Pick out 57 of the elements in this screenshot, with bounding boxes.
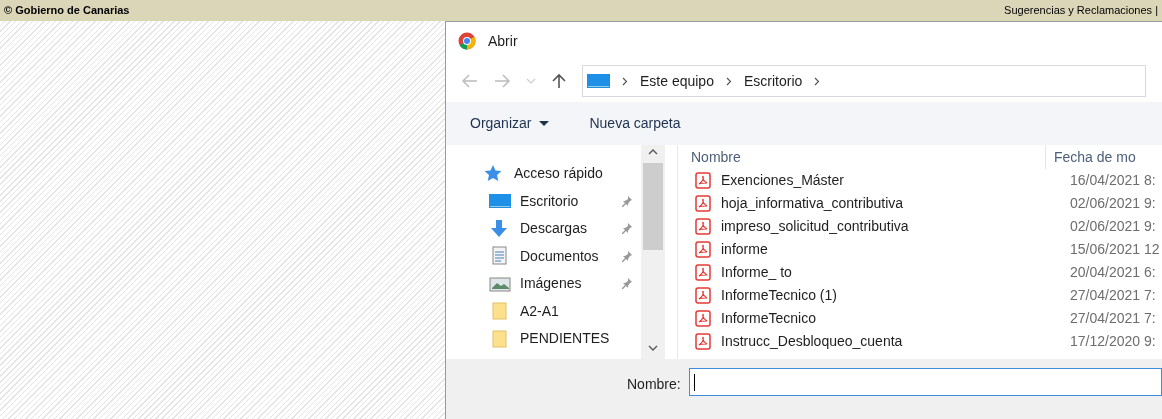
filename-label: Nombre: <box>627 375 681 394</box>
file-name[interactable]: Informe_ to <box>721 262 1062 283</box>
copyright-text: © Gobierno de Canarias <box>4 3 130 19</box>
file-date: 27/04/2021 7: <box>1069 286 1156 305</box>
file-date: 02/06/2021 9: <box>1069 194 1156 213</box>
pdf-file-icon <box>695 195 711 212</box>
pdf-file-icon <box>695 172 711 189</box>
file-date: 15/06/2021 12 <box>1069 240 1160 259</box>
pdf-file-icon <box>695 264 711 281</box>
new-folder-button[interactable]: Nueva carpeta <box>589 113 681 134</box>
nav-item[interactable]: Imágenes <box>520 273 620 295</box>
forward-arrow-icon[interactable] <box>494 74 510 88</box>
column-header[interactable]: Fecha de mo <box>1046 146 1136 168</box>
file-date: 17/12/2020 9: <box>1069 332 1156 351</box>
scroll-up-icon[interactable] <box>648 149 658 155</box>
nav-item[interactable]: Documentos <box>520 245 620 267</box>
column-header[interactable]: Nombre <box>691 146 1045 168</box>
file-date: 20/04/2021 6: <box>1069 263 1156 282</box>
file-name[interactable]: hoja_informativa_contributiva <box>721 193 1062 214</box>
breadcrumb-item[interactable]: Este equipo <box>640 70 714 92</box>
pdf-file-icon <box>695 310 711 327</box>
nav-item[interactable]: Escritorio <box>520 190 620 212</box>
breadcrumb-chevron-icon <box>622 76 628 86</box>
nav-item[interactable]: A2-A1 <box>520 300 633 322</box>
file-date: 02/06/2021 9: <box>1069 217 1156 236</box>
file-name[interactable]: informe <box>721 239 1062 260</box>
back-arrow-icon[interactable] <box>462 74 478 88</box>
file-date: 16/04/2021 8: <box>1069 171 1156 190</box>
file-date: 27/04/2021 7: <box>1069 309 1156 328</box>
up-arrow-icon[interactable] <box>552 73 566 89</box>
chevron-down-icon[interactable] <box>526 78 536 84</box>
monitor-icon <box>587 74 610 88</box>
pdf-file-icon <box>695 218 711 235</box>
scrollbar[interactable] <box>641 145 665 359</box>
filename-field[interactable] <box>688 368 1162 396</box>
caret-down-icon <box>539 121 550 126</box>
dialog-title: Abrir <box>488 31 518 51</box>
file-name[interactable]: Instrucc_Desbloqueo_cuenta <box>721 331 1062 352</box>
browser-icon <box>458 32 476 50</box>
nav-item[interactable]: Descargas <box>520 218 620 240</box>
breadcrumb-chevron-icon <box>725 76 732 86</box>
nav-item[interactable]: Acceso rápido <box>514 163 633 185</box>
pdf-file-icon <box>695 333 711 350</box>
nav-item[interactable]: PENDIENTES <box>520 328 633 350</box>
scrollbar-thumb[interactable] <box>643 163 663 250</box>
file-name[interactable]: InformeTecnico (1) <box>721 285 1062 306</box>
pdf-file-icon <box>695 287 711 304</box>
breadcrumb-chevron-icon <box>814 76 821 86</box>
file-name[interactable]: Exenciones_Máster <box>721 170 1062 191</box>
organize-menu-button[interactable]: Organizar <box>470 113 550 134</box>
breadcrumb-item[interactable]: Escritorio <box>743 70 803 92</box>
file-name[interactable]: InformeTecnico <box>721 308 1062 329</box>
pdf-file-icon <box>695 241 711 258</box>
scroll-down-icon[interactable] <box>648 345 658 351</box>
address-bar[interactable]: Este equipo Escritorio <box>582 65 1146 97</box>
footer-links[interactable]: Sugerencias y Reclamaciones | <box>1004 2 1158 19</box>
file-name[interactable]: impreso_solicitud_contributiva <box>721 216 1062 237</box>
